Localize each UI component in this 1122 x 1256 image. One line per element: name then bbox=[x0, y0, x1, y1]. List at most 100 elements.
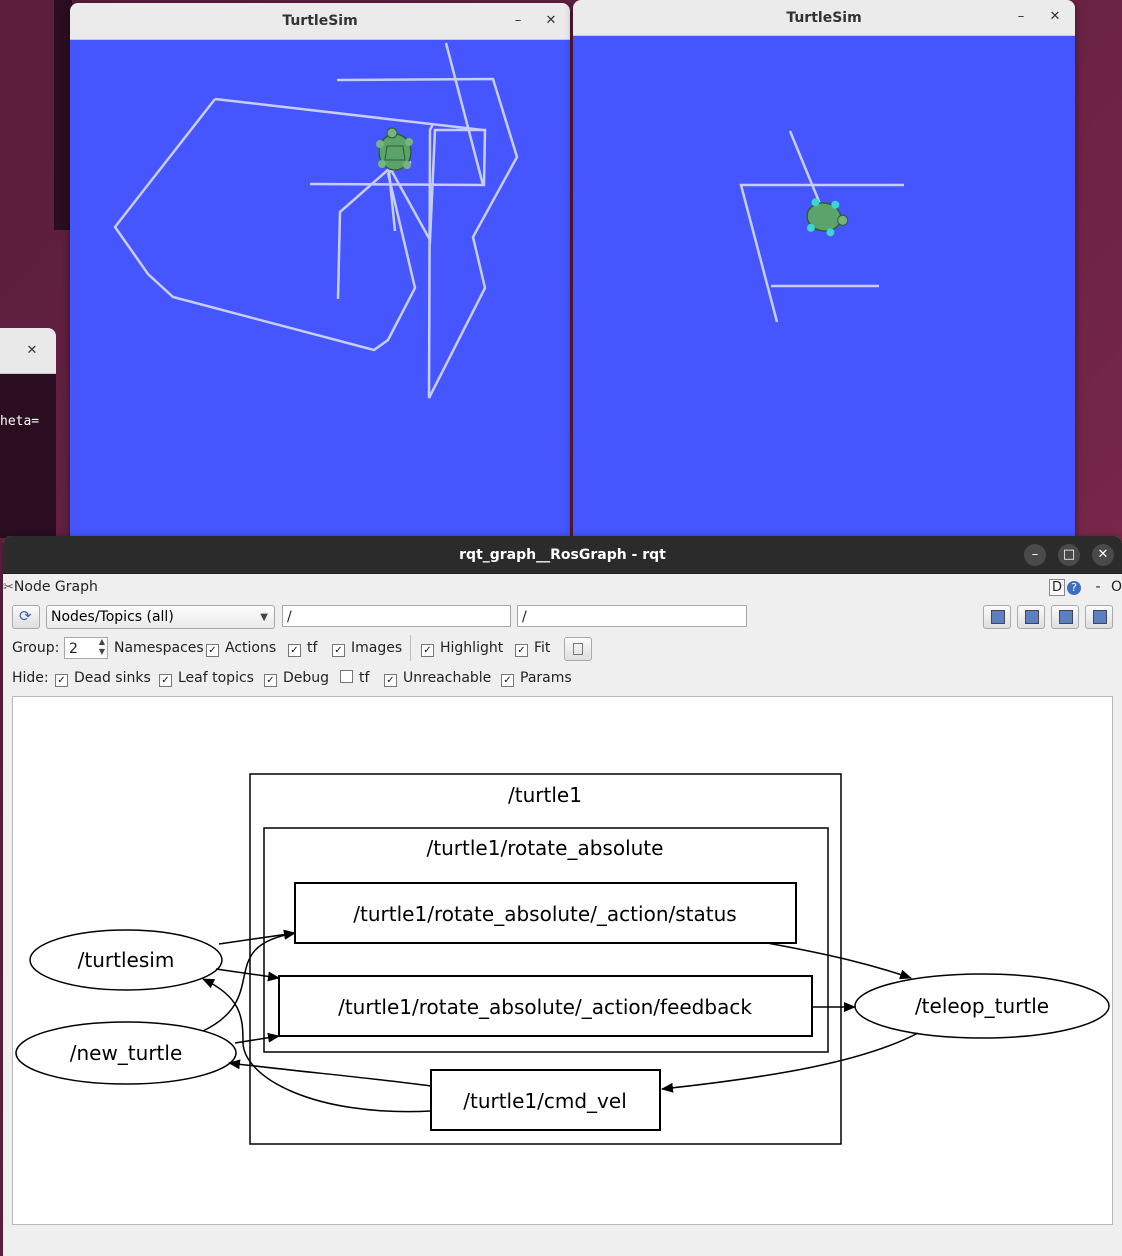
load-dot-button[interactable] bbox=[983, 605, 1011, 629]
group-value: 2 bbox=[69, 641, 78, 657]
fit-view-button[interactable] bbox=[564, 637, 592, 661]
minimize-button[interactable]: – bbox=[1024, 544, 1046, 566]
fit-label: Fit bbox=[534, 640, 551, 656]
checkbox[interactable]: ✓ bbox=[264, 674, 277, 687]
wrench-icon: ✂ bbox=[3, 580, 14, 595]
group-label: Group: bbox=[12, 640, 60, 656]
turtlesim-window-1: TurtleSim – ✕ bbox=[70, 3, 570, 538]
unreachable-label: Unreachable bbox=[403, 670, 492, 686]
edge-teleop-cmdvel bbox=[661, 1032, 919, 1093]
spin-arrows-icon: ▲ ▼ bbox=[98, 637, 105, 656]
debug-checkbox[interactable]: ✓ Debug bbox=[264, 670, 329, 687]
hide-tf-checkbox[interactable]: tf bbox=[340, 670, 369, 686]
highlight-checkbox[interactable]: ✓ Highlight bbox=[421, 640, 503, 657]
turtlesim-canvas bbox=[70, 40, 570, 538]
graph-view[interactable]: /turtle1 /turtle1/rotate_absolute /turtl… bbox=[12, 696, 1113, 1225]
topic-cmd-vel-label: /turtle1/cmd_vel bbox=[463, 1089, 627, 1113]
edge-cmdvel-newturtle bbox=[228, 1059, 432, 1087]
topic-status-label: /turtle1/rotate_absolute/_action/status bbox=[353, 902, 736, 926]
plugin-controls: D? - O bbox=[1049, 579, 1122, 596]
namespaces-option: Namespaces bbox=[114, 640, 204, 656]
toolbar-separator bbox=[410, 635, 411, 661]
turtle-icon bbox=[376, 127, 413, 171]
node-teleop-turtle-label: /teleop_turtle bbox=[915, 994, 1049, 1018]
group-spinbox[interactable]: 2 ▲ ▼ bbox=[64, 637, 108, 659]
namespaces-label: Namespaces bbox=[114, 640, 204, 656]
checkbox[interactable] bbox=[340, 670, 353, 683]
terminal-text: heta= bbox=[0, 414, 40, 429]
window-title: rqt_graph__RosGraph - rqt bbox=[459, 547, 666, 563]
checkbox[interactable]: ✓ bbox=[288, 644, 301, 657]
turtlesim-window-2: TurtleSim – ✕ bbox=[573, 0, 1075, 538]
checkbox[interactable]: ✓ bbox=[515, 644, 528, 657]
turtle-icon bbox=[806, 198, 849, 237]
params-label: Params bbox=[520, 670, 572, 686]
leaf-topics-label: Leaf topics bbox=[178, 670, 254, 686]
load-icon bbox=[991, 610, 1005, 624]
images-checkbox[interactable]: ✓ Images bbox=[332, 640, 402, 657]
save-image-button[interactable] bbox=[1085, 605, 1113, 629]
plugin-title: Node Graph bbox=[13, 579, 98, 595]
turtle-trail-drawing bbox=[113, 42, 519, 399]
save-dot-icon bbox=[1025, 610, 1039, 624]
close-button[interactable]: ✕ bbox=[540, 10, 562, 32]
node-turtlesim-label: /turtlesim bbox=[78, 948, 175, 972]
save-svg-icon bbox=[1059, 610, 1073, 624]
checkbox[interactable]: ✓ bbox=[55, 674, 68, 687]
cluster-turtle1-label: /turtle1 bbox=[508, 783, 582, 807]
tf-checkbox[interactable]: ✓ tf bbox=[288, 640, 317, 657]
unreachable-checkbox[interactable]: ✓ Unreachable bbox=[384, 670, 491, 687]
plugin-header: ✂Node Graph bbox=[3, 579, 98, 595]
minimize-button[interactable]: – bbox=[1010, 6, 1032, 28]
turtle-trail-drawing bbox=[739, 130, 904, 323]
minimize-plugin-button[interactable]: - bbox=[1095, 579, 1100, 595]
close-button[interactable]: ✕ bbox=[1092, 544, 1114, 566]
dock-button[interactable]: D bbox=[1049, 579, 1066, 596]
window-title: TurtleSim bbox=[282, 13, 358, 29]
save-svg-button[interactable] bbox=[1051, 605, 1079, 629]
tf-label: tf bbox=[307, 640, 318, 656]
window-title: TurtleSim bbox=[786, 10, 862, 26]
actions-checkbox[interactable]: ✓ Actions bbox=[206, 640, 276, 657]
maximize-button[interactable]: □ bbox=[1058, 544, 1080, 566]
debug-label: Debug bbox=[283, 670, 330, 686]
node-filter-input[interactable]: / bbox=[282, 605, 511, 627]
checkbox[interactable]: ✓ bbox=[332, 644, 345, 657]
node-new-turtle-label: /new_turtle bbox=[70, 1041, 183, 1065]
help-icon[interactable]: ? bbox=[1067, 581, 1082, 595]
graph-mode-select[interactable]: Nodes/Topics (all) ▼ bbox=[46, 605, 275, 629]
hide-tf-label: tf bbox=[359, 670, 370, 686]
leaf-topics-checkbox[interactable]: ✓ Leaf topics bbox=[159, 670, 254, 687]
refresh-icon: ⟳ bbox=[19, 607, 32, 625]
dead-sinks-checkbox[interactable]: ✓ Dead sinks bbox=[55, 670, 151, 687]
edge-newturtle-feedback bbox=[234, 1032, 280, 1044]
hide-label: Hide: bbox=[12, 670, 49, 686]
cluster-rotate-absolute-label: /turtle1/rotate_absolute bbox=[427, 836, 664, 860]
checkbox[interactable]: ✓ bbox=[159, 674, 172, 687]
params-checkbox[interactable]: ✓ Params bbox=[501, 670, 572, 687]
graph-mode-value: Nodes/Topics (all) bbox=[51, 609, 174, 625]
rqt-window: rqt_graph__RosGraph - rqt – □ ✕ ✂Node Gr… bbox=[3, 536, 1122, 1256]
ros-graph[interactable]: /turtle1 /turtle1/rotate_absolute /turtl… bbox=[13, 697, 1112, 1224]
checkbox[interactable]: ✓ bbox=[421, 644, 434, 657]
topic-filter-input[interactable]: / bbox=[517, 605, 747, 627]
checkbox[interactable]: ✓ bbox=[206, 644, 219, 657]
fit-view-icon bbox=[573, 643, 583, 655]
close-plugin-button[interactable]: O bbox=[1111, 579, 1122, 595]
checkbox[interactable]: ✓ bbox=[384, 674, 397, 687]
images-label: Images bbox=[351, 640, 403, 656]
save-image-icon bbox=[1093, 610, 1107, 624]
turtlesim-canvas bbox=[573, 36, 1075, 538]
save-dot-button[interactable] bbox=[1017, 605, 1045, 629]
checkbox[interactable]: ✓ bbox=[501, 674, 514, 687]
terminal-close-button[interactable]: ✕ bbox=[21, 340, 43, 362]
close-button[interactable]: ✕ bbox=[1044, 6, 1066, 28]
refresh-button[interactable]: ⟳ bbox=[12, 605, 40, 629]
minimize-button[interactable]: – bbox=[507, 10, 529, 32]
actions-label: Actions bbox=[225, 640, 277, 656]
edge-turtlesim-feedback bbox=[215, 968, 280, 982]
dead-sinks-label: Dead sinks bbox=[74, 670, 151, 686]
edge-status-teleop bbox=[766, 942, 912, 980]
fit-checkbox[interactable]: ✓ Fit bbox=[515, 640, 550, 657]
topic-feedback-label: /turtle1/rotate_absolute/_action/feedbac… bbox=[338, 995, 752, 1019]
